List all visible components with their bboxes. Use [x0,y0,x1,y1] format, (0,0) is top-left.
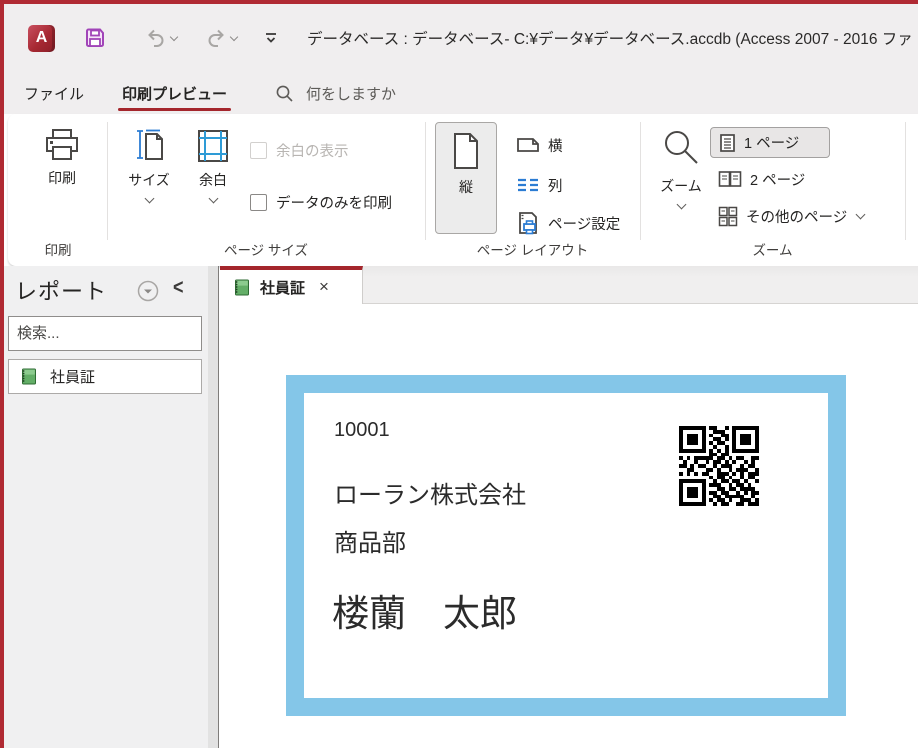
page-layout-group-label: ページ レイアウト [425,239,640,259]
customize-toolbar-icon [263,31,279,45]
navigation-pane-title: レポート [15,274,107,306]
margins-icon [196,128,230,164]
document-area: 社員証 × 10001 ローラン株式会社 商品部 楼蘭 太郎 [220,266,918,748]
save-icon [83,26,107,50]
columns-button[interactable]: 列 [508,171,571,199]
title-bar: A データベース : データベース- C:¥データ¥データベース.accdb (… [4,4,918,72]
more-pages-button[interactable]: その他のページ [710,201,872,231]
print-data-only-checkbox-label: データのみを印刷 [276,192,392,213]
page-size-group-label: ページ サイズ [107,239,425,259]
save-button[interactable] [77,21,113,55]
more-pages-dropdown-chevron-icon [856,210,866,220]
portrait-page-icon [449,131,483,171]
landscape-button[interactable]: 横 [508,131,571,159]
page-setup-button-label: ページ設定 [548,213,620,234]
redo-button[interactable] [199,21,245,55]
pane-splitter[interactable] [208,266,219,748]
tell-me-placeholder: 何をしますか [306,83,396,104]
tab-file[interactable]: ファイル [10,72,98,114]
tell-me-search[interactable]: 何をしますか [275,83,396,104]
group-divider [905,122,906,240]
navigation-search-box[interactable] [8,316,202,351]
tab-print-preview[interactable]: 印刷プレビュー [108,72,241,114]
window-border-top [0,0,918,4]
redo-dropdown-chevron-icon[interactable] [230,33,238,41]
page-size-icon [131,128,167,164]
show-margins-checkbox-label: 余白の表示 [276,140,349,161]
collapse-pane-button[interactable]: < [173,275,184,300]
one-page-button[interactable]: 1 ページ [710,127,830,158]
print-preview-page[interactable]: 10001 ローラン株式会社 商品部 楼蘭 太郎 [220,304,918,748]
one-page-button-label: 1 ページ [744,132,799,153]
sidebar-item-label: 社員証 [50,366,95,387]
zoom-dropdown-chevron-icon [676,200,686,210]
access-app-icon: A [28,25,55,52]
employee-id: 10001 [334,419,390,442]
print-group-label: 印刷 [8,239,108,259]
zoom-button-label: ズーム [660,176,702,196]
window-border-left [0,0,4,748]
group-divider [640,122,641,240]
show-margins-checkbox-box [250,142,267,159]
group-divider [107,122,108,240]
sidebar-item-report[interactable]: 社員証 [8,359,202,394]
undo-dropdown-chevron-icon[interactable] [170,33,178,41]
search-input[interactable] [9,325,222,342]
print-data-only-checkbox-box[interactable] [250,194,267,211]
landscape-page-icon [516,135,540,155]
report-icon [233,279,250,296]
print-button-label: 印刷 [48,168,76,188]
search-icon [275,84,294,103]
size-button[interactable]: サイズ [118,120,180,232]
document-tab[interactable]: 社員証 × [220,266,363,304]
margins-dropdown-chevron-icon [208,194,218,204]
customize-quick-access-toolbar-button[interactable] [257,21,285,55]
two-pages-button-label: 2 ページ [750,169,805,190]
show-margins-checkbox: 余白の表示 [250,140,349,161]
size-dropdown-chevron-icon [144,194,154,204]
company-name: ローラン株式会社 [334,475,526,510]
employee-card: 10001 ローラン株式会社 商品部 楼蘭 太郎 [286,375,846,716]
qr-code [679,426,759,506]
margins-button-label: 余白 [199,170,227,190]
landscape-button-label: 横 [548,135,563,156]
page-setup-icon [516,211,540,235]
margins-button[interactable]: 余白 [184,120,242,232]
two-pages-button[interactable]: 2 ページ [710,165,813,193]
print-data-only-checkbox[interactable]: データのみを印刷 [250,192,392,213]
report-icon [20,368,37,385]
tab-print-preview-label: 印刷プレビュー [122,83,227,104]
one-page-icon [719,133,736,153]
more-pages-icon [718,206,738,227]
undo-icon [145,27,167,49]
navigation-menu-button[interactable] [137,280,159,302]
zoom-group-label: ズーム [640,239,905,259]
columns-button-label: 列 [548,175,563,196]
tab-file-label: ファイル [24,83,84,104]
portrait-button[interactable]: 縦 [435,122,497,234]
undo-button[interactable] [139,21,185,55]
window-title: データベース : データベース- C:¥データ¥データベース.accdb (Ac… [307,27,913,49]
columns-icon [516,176,540,194]
group-divider [425,122,426,240]
printer-icon [43,128,81,162]
more-pages-button-label: その他のページ [746,206,847,227]
active-tab-underline [118,108,231,111]
close-tab-button[interactable]: × [319,277,329,297]
size-button-label: サイズ [128,170,170,190]
department-name: 商品部 [334,523,406,558]
redo-icon [205,27,227,49]
print-button[interactable]: 印刷 [28,120,96,216]
access-app-letter: A [36,29,48,47]
ribbon-panel: 印刷 印刷 サイズ 余白 余白の表示 データのみを印刷 ページ サイズ 縦 [8,114,918,266]
employee-name: 楼蘭 太郎 [332,583,517,637]
two-pages-icon [718,170,742,188]
portrait-button-label: 縦 [459,177,473,197]
page-setup-button[interactable]: ページ設定 [508,208,628,238]
document-tab-label: 社員証 [260,277,305,298]
navigation-pane: レポート < 社員証 [4,266,208,748]
ribbon-tab-row: ファイル 印刷プレビュー 何をしますか [4,72,918,114]
zoom-magnifier-icon [660,128,702,170]
zoom-button[interactable]: ズーム [651,120,711,234]
